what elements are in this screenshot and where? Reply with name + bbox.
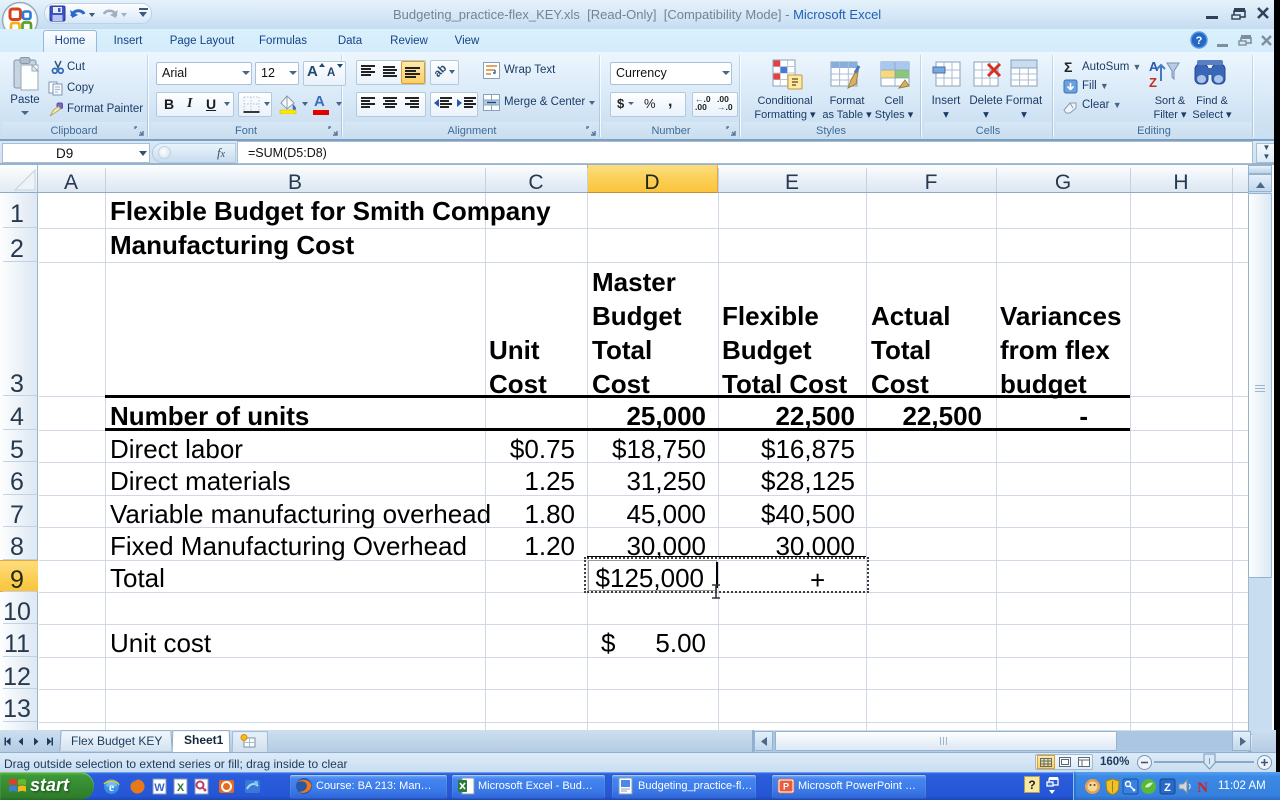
svg-text:X: X [177,782,185,794]
svg-text:P: P [783,782,789,792]
svg-text:Z: Z [1149,75,1157,90]
svg-text:N: N [1197,780,1208,795]
svg-text:Z: Z [1164,782,1171,794]
svg-text:W: W [154,782,165,794]
svg-text:?: ? [1196,35,1203,47]
svg-text:e: e [109,780,115,794]
svg-text:A: A [1149,59,1159,74]
